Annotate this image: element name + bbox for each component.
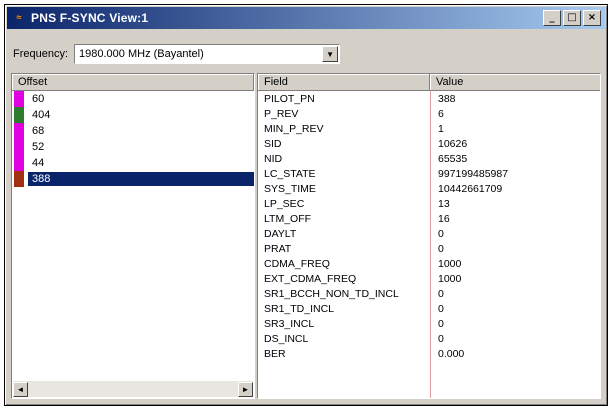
window-title: PNS F-SYNC View:1: [31, 11, 149, 25]
offset-column-header[interactable]: Offset: [12, 74, 254, 90]
pns-fsync-window: ≈ PNS F-SYNC View:1 _ □ × Frequency: 198…: [4, 4, 608, 406]
app-icon: ≈: [16, 13, 22, 23]
frequency-toolbar: Frequency: 1980.000 MHz (Bayantel) ▼: [13, 41, 341, 67]
field-name: SR1_TD_INCL: [264, 302, 335, 315]
field-row[interactable]: SR1_TD_INCL 0: [258, 301, 600, 316]
field-value: 6: [438, 107, 444, 120]
field-name: CDMA_FREQ: [264, 257, 330, 270]
field-row[interactable]: EXT_CDMA_FREQ 1000: [258, 271, 600, 286]
field-row[interactable]: NID 65535: [258, 151, 600, 166]
field-name: DS_INCL: [264, 332, 309, 345]
offset-rows: 60 404 68 52 44 388: [12, 91, 254, 187]
field-value: 65535: [438, 152, 468, 165]
field-name: LTM_OFF: [264, 212, 312, 225]
field-value: 0: [438, 302, 444, 315]
field-name: SID: [264, 137, 282, 150]
field-name: SR1_BCCH_NON_TD_INCL: [264, 287, 399, 300]
offset-color-swatch: [14, 91, 24, 107]
field-row[interactable]: DS_INCL 0: [258, 331, 600, 346]
offset-label: 404: [32, 109, 51, 121]
field-name: SYS_TIME: [264, 182, 316, 195]
field-column-header[interactable]: Field: [258, 74, 430, 90]
title-bar[interactable]: ≈ PNS F-SYNC View:1 _ □ ×: [7, 7, 605, 29]
field-value: 0: [438, 227, 444, 240]
chevron-down-icon[interactable]: ▼: [322, 46, 339, 62]
field-value: 13: [438, 197, 450, 210]
offset-row[interactable]: 52: [12, 139, 254, 155]
field-row[interactable]: LTM_OFF 16: [258, 211, 600, 226]
field-row[interactable]: PILOT_PN 388: [258, 91, 600, 106]
offset-color-swatch: [14, 107, 24, 123]
field-row[interactable]: PRAT 0: [258, 241, 600, 256]
field-row[interactable]: SR1_BCCH_NON_TD_INCL 0: [258, 286, 600, 301]
field-row[interactable]: LP_SEC 13: [258, 196, 600, 211]
horizontal-scrollbar[interactable]: ◄ ►: [13, 381, 253, 397]
offset-row[interactable]: 44: [12, 155, 254, 171]
offset-label: 68: [32, 125, 45, 137]
field-value: 1000: [438, 272, 462, 285]
offset-header-row: Offset: [12, 74, 254, 91]
field-value: 0: [438, 332, 444, 345]
field-name: NID: [264, 152, 283, 165]
field-name: MIN_P_REV: [264, 122, 324, 135]
offset-list[interactable]: Offset 60 404 68 52 44 388 ◄ ►: [11, 73, 255, 399]
field-value: 0: [438, 242, 444, 255]
field-row[interactable]: SID 10626: [258, 136, 600, 151]
offset-color-swatch: [14, 139, 24, 155]
offset-row[interactable]: 388: [12, 171, 254, 187]
field-name: DAYLT: [264, 227, 297, 240]
offset-color-swatch: [14, 123, 24, 139]
close-button[interactable]: ×: [583, 10, 601, 26]
offset-row[interactable]: 68: [12, 123, 254, 139]
field-value: 1000: [438, 257, 462, 270]
field-value: 10626: [438, 137, 468, 150]
field-value: 16: [438, 212, 450, 225]
field-header-row: Field Value: [258, 74, 600, 91]
column-divider: [430, 91, 431, 398]
field-row[interactable]: BER 0.000: [258, 346, 600, 361]
field-row[interactable]: SR3_INCL 0: [258, 316, 600, 331]
field-name: BER: [264, 347, 286, 360]
frequency-dropdown[interactable]: 1980.000 MHz (Bayantel) ▼: [74, 44, 341, 64]
field-name: PILOT_PN: [264, 92, 315, 105]
offset-label: 60: [32, 93, 45, 105]
offset-label: 44: [32, 157, 45, 169]
frequency-label: Frequency:: [13, 48, 69, 60]
frequency-value: 1980.000 MHz (Bayantel): [79, 48, 204, 60]
offset-label: 52: [32, 141, 45, 153]
field-row[interactable]: CDMA_FREQ 1000: [258, 256, 600, 271]
value-column-header[interactable]: Value: [430, 74, 600, 90]
field-name: P_REV: [264, 107, 299, 120]
field-row[interactable]: DAYLT 0: [258, 226, 600, 241]
maximize-button[interactable]: □: [563, 10, 581, 26]
offset-color-swatch: [14, 171, 24, 187]
field-rows: PILOT_PN 388 P_REV 6 MIN_P_REV 1 SID 10626 NID 65…: [258, 91, 600, 361]
field-value: 0: [438, 317, 444, 330]
field-row[interactable]: MIN_P_REV 1: [258, 121, 600, 136]
scroll-right-icon[interactable]: ►: [238, 381, 253, 397]
window-controls: _ □ ×: [543, 10, 601, 26]
field-name: LP_SEC: [264, 197, 305, 210]
minimize-button[interactable]: _: [543, 10, 561, 26]
offset-row[interactable]: 404: [12, 107, 254, 123]
field-name: SR3_INCL: [264, 317, 315, 330]
field-value: 0.000: [438, 347, 465, 360]
field-name: EXT_CDMA_FREQ: [264, 272, 357, 285]
scroll-left-icon[interactable]: ◄: [13, 381, 28, 397]
offset-label: 388: [28, 172, 254, 186]
offset-row[interactable]: 60: [12, 91, 254, 107]
field-value: 10442661709: [438, 182, 503, 195]
field-name: PRAT: [264, 242, 292, 255]
field-row[interactable]: LC_STATE 997199485987: [258, 166, 600, 181]
field-value: 0: [438, 287, 444, 300]
field-value: 997199485987: [438, 167, 509, 180]
field-value: 1: [438, 122, 444, 135]
field-row[interactable]: SYS_TIME 10442661709: [258, 181, 600, 196]
field-row[interactable]: P_REV 6: [258, 106, 600, 121]
field-name: LC_STATE: [264, 167, 316, 180]
field-table: Field Value PILOT_PN 388 P_REV 6 MIN_P_REV 1 S…: [257, 73, 601, 399]
field-value: 388: [438, 92, 456, 105]
offset-color-swatch: [14, 155, 24, 171]
